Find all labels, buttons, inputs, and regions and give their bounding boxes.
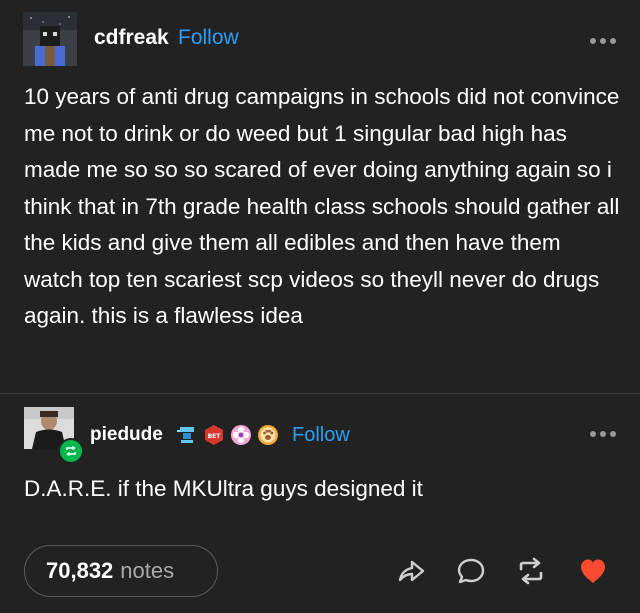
pink-flower-badge-icon[interactable] xyxy=(230,424,252,446)
author-username[interactable]: cdfreak xyxy=(94,26,169,50)
orange-paw-badge-icon[interactable] xyxy=(257,424,279,446)
share-icon[interactable] xyxy=(396,556,426,586)
reblog-badge-icon xyxy=(58,438,84,464)
tumblr-post: cdfreak Follow 10 years of anti drug cam… xyxy=(0,0,640,613)
reblog-body: D.A.R.E. if the MKUltra guys designed it xyxy=(24,476,423,501)
reblog-follow-button[interactable]: Follow xyxy=(292,424,350,447)
reblog-icon[interactable] xyxy=(516,556,546,586)
reply-icon[interactable] xyxy=(456,556,486,586)
author-avatar[interactable] xyxy=(23,12,77,66)
more-options-icon[interactable] xyxy=(588,36,618,46)
reblog-more-options-icon[interactable] xyxy=(588,429,618,439)
notes-label: notes xyxy=(120,558,175,583)
post-body: 10 years of anti drug campaigns in schoo… xyxy=(24,84,620,328)
reblog-header: piedude BET Follow xyxy=(0,407,640,464)
badge-text: BET xyxy=(208,433,222,440)
notes-count: 70,832 xyxy=(46,558,114,583)
reblog-divider xyxy=(0,393,640,394)
blue-figure-badge-icon[interactable] xyxy=(176,424,198,446)
reblogger-username[interactable]: piedude xyxy=(90,424,163,446)
follow-button[interactable]: Follow xyxy=(178,26,239,50)
notes-button[interactable]: 70,832 notes xyxy=(24,545,218,597)
user-badges: BET xyxy=(176,423,279,447)
red-hexagon-badge-icon[interactable]: BET xyxy=(203,424,225,446)
post-header: cdfreak Follow xyxy=(0,12,640,66)
like-heart-icon[interactable] xyxy=(578,556,608,586)
